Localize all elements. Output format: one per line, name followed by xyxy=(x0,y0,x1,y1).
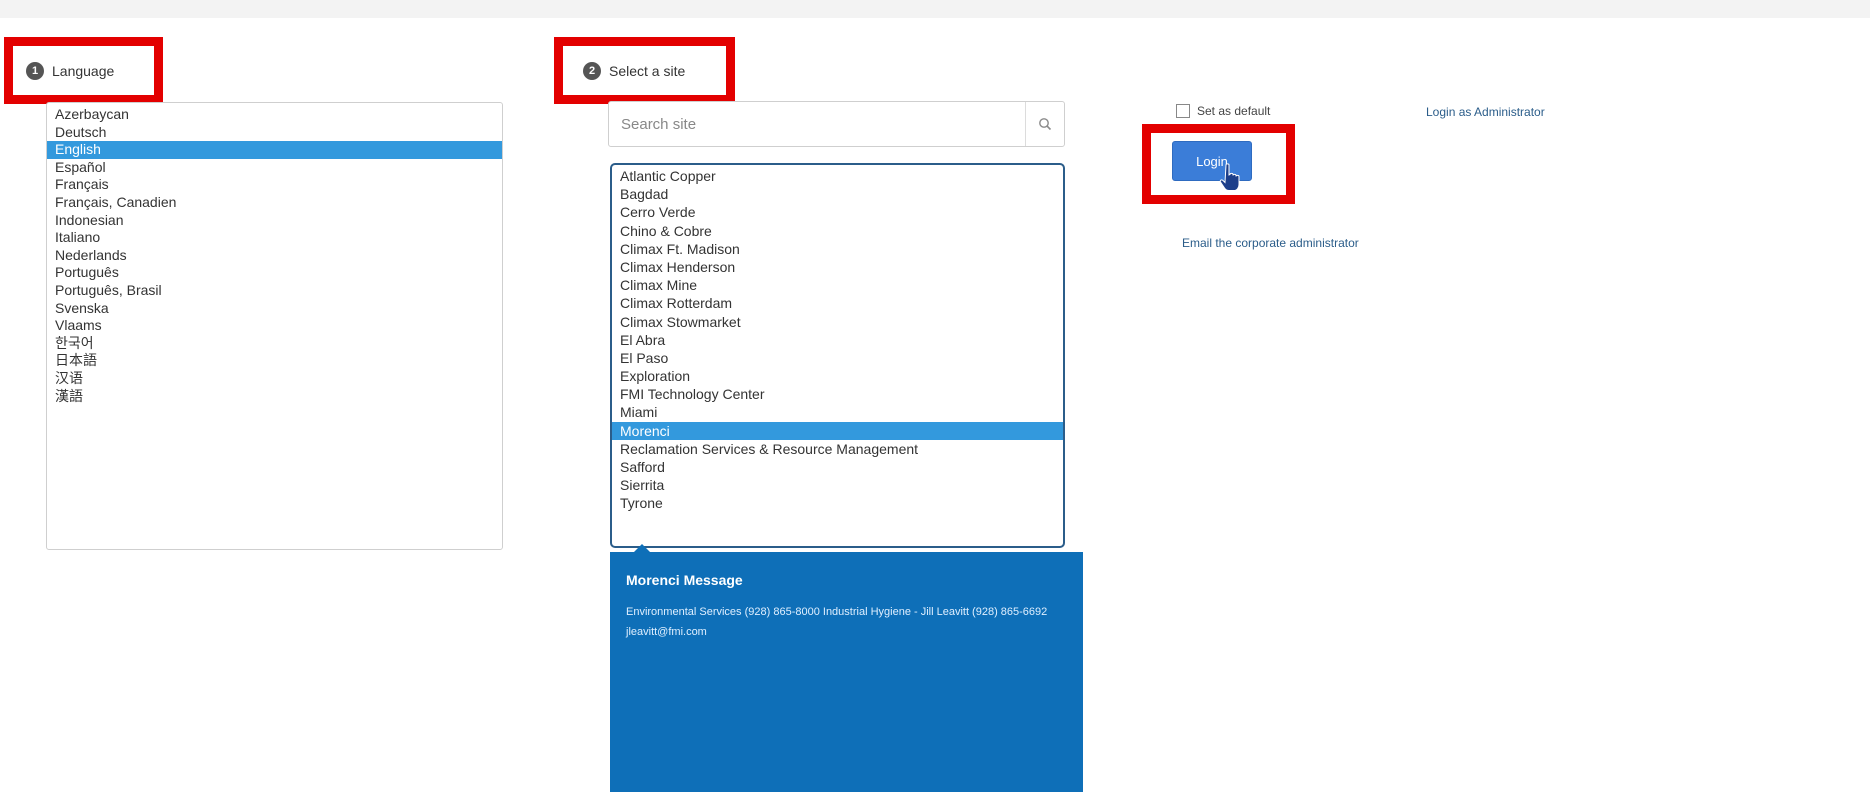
language-option[interactable]: Nederlands xyxy=(47,247,502,265)
top-band xyxy=(0,0,1870,18)
site-listbox[interactable]: Atlantic Copper Bagdad Cerro Verde Chino & … xyxy=(610,163,1065,548)
site-list: Atlantic Copper Bagdad Cerro Verde Chino & … xyxy=(612,165,1063,513)
language-option[interactable]: 日本語 xyxy=(47,352,502,370)
site-title: Select a site xyxy=(609,63,686,79)
panel-pointer xyxy=(634,544,650,552)
site-option[interactable]: Safford xyxy=(612,458,1063,476)
language-option[interactable]: Svenska xyxy=(47,300,502,318)
language-option[interactable]: Español xyxy=(47,159,502,177)
email-corporate-administrator-link[interactable]: Email the corporate administrator xyxy=(1182,236,1359,250)
site-option[interactable]: Climax Stowmarket xyxy=(612,313,1063,331)
site-option[interactable]: Cerro Verde xyxy=(612,203,1063,221)
site-option[interactable]: Climax Mine xyxy=(612,276,1063,294)
set-default-checkbox[interactable] xyxy=(1176,104,1190,118)
site-search-input[interactable] xyxy=(609,104,1025,144)
site-option[interactable]: Climax Ft. Madison xyxy=(612,240,1063,258)
language-option[interactable]: Français, Canadien xyxy=(47,194,502,212)
message-title: Morenci Message xyxy=(626,572,743,588)
set-default-label: Set as default xyxy=(1197,104,1271,118)
site-option[interactable]: Bagdad xyxy=(612,185,1063,203)
site-option[interactable]: Morenci xyxy=(612,421,1063,440)
search-button[interactable] xyxy=(1025,102,1064,146)
site-option[interactable]: Climax Rotterdam xyxy=(612,294,1063,312)
site-option[interactable]: FMI Technology Center xyxy=(612,385,1063,403)
site-option[interactable]: Climax Henderson xyxy=(612,258,1063,276)
language-title: Language xyxy=(52,63,115,79)
language-listbox[interactable]: Azerbaycan Deutsch English Español Français F… xyxy=(46,102,503,550)
login-as-administrator-link[interactable]: Login as Administrator xyxy=(1426,105,1545,119)
site-option[interactable]: Exploration xyxy=(612,367,1063,385)
site-option[interactable]: Atlantic Copper xyxy=(612,167,1063,185)
language-option[interactable]: Français xyxy=(47,176,502,194)
language-option[interactable]: 漢語 xyxy=(47,388,502,406)
set-default-row: Set as default xyxy=(1176,104,1270,118)
site-search xyxy=(608,101,1065,147)
language-option[interactable]: 한국어 xyxy=(47,335,502,353)
site-option[interactable]: Tyrone xyxy=(612,494,1063,512)
site-header: 2 Select a site xyxy=(583,62,685,80)
language-option[interactable]: Vlaams xyxy=(47,317,502,335)
site-option[interactable]: Chino & Cobre xyxy=(612,222,1063,240)
site-option[interactable]: Reclamation Services & Resource Manageme… xyxy=(612,440,1063,458)
hand-cursor-icon xyxy=(1219,163,1240,191)
language-option[interactable]: 汉语 xyxy=(47,370,502,388)
step-1-badge: 1 xyxy=(26,62,44,80)
language-option[interactable]: Italiano xyxy=(47,229,502,247)
language-option[interactable]: Português, Brasil xyxy=(47,282,502,300)
language-option[interactable]: Deutsch xyxy=(47,124,502,142)
site-option[interactable]: El Abra xyxy=(612,331,1063,349)
message-body: Environmental Services (928) 865-8000 In… xyxy=(626,606,1048,638)
site-option[interactable]: Miami xyxy=(612,403,1063,421)
language-header: 1 Language xyxy=(26,62,114,80)
language-option[interactable]: Indonesian xyxy=(47,212,502,230)
language-option[interactable]: Azerbaycan xyxy=(47,106,502,124)
site-option[interactable]: El Paso xyxy=(612,349,1063,367)
language-option[interactable]: English xyxy=(47,141,502,159)
language-option[interactable]: Português xyxy=(47,264,502,282)
site-message-panel: Morenci Message Environmental Services (… xyxy=(610,544,1083,792)
site-option[interactable]: Sierrita xyxy=(612,476,1063,494)
language-list: Azerbaycan Deutsch English Español Français F… xyxy=(47,103,502,405)
search-icon xyxy=(1039,118,1052,131)
step-2-badge: 2 xyxy=(583,62,601,80)
